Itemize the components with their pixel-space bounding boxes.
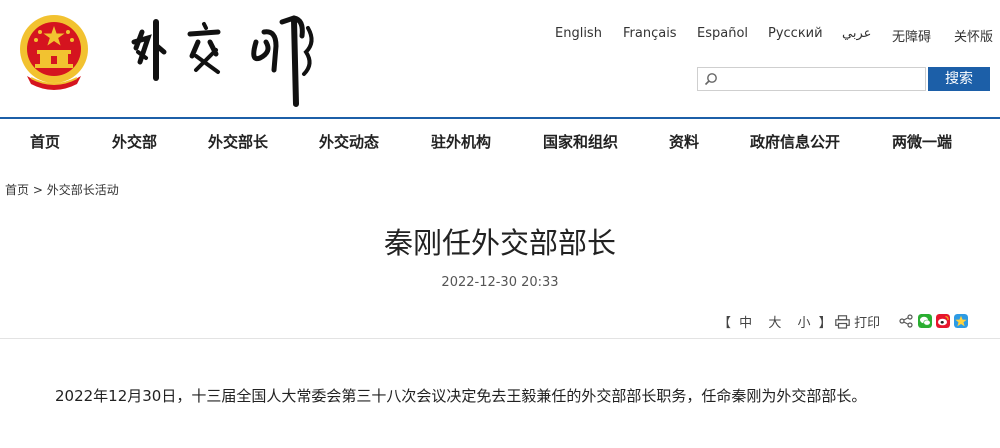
article-body: 2022年12月30日，十三届全国人大常委会第三十八次会议决定免去王毅兼任的外交… bbox=[55, 387, 867, 405]
print-button[interactable]: 打印 bbox=[835, 312, 881, 331]
font-size-selector: 【 中 大 小 】 bbox=[718, 312, 832, 331]
lang-french-link[interactable]: Français bbox=[623, 26, 677, 41]
nav-item-gov-info[interactable]: 政府信息公开 bbox=[750, 131, 840, 152]
nav-item-countries[interactable]: 国家和组织 bbox=[543, 131, 618, 152]
font-size-bracket-close: 】 bbox=[818, 316, 832, 331]
site-header: English Français Español Русский عربي 无障… bbox=[0, 0, 1000, 117]
qzone-icon[interactable] bbox=[954, 314, 968, 328]
breadcrumb: 首页 > 外交部长活动 bbox=[5, 181, 119, 198]
search-icon bbox=[704, 73, 717, 86]
breadcrumb-separator: > bbox=[32, 183, 43, 197]
font-size-large-button[interactable]: 中 bbox=[739, 316, 752, 331]
printer-icon bbox=[835, 315, 850, 329]
weibo-icon[interactable] bbox=[936, 314, 950, 328]
search-button[interactable]: 搜索 bbox=[928, 67, 990, 91]
wechat-icon[interactable] bbox=[918, 314, 932, 328]
nav-item-minister[interactable]: 外交部长 bbox=[208, 131, 268, 152]
content-divider bbox=[0, 338, 1000, 339]
article-datetime: 2022-12-30 20:33 bbox=[441, 275, 559, 290]
breadcrumb-home-link[interactable]: 首页 bbox=[5, 183, 29, 197]
article-title: 秦刚任外交部部长 bbox=[383, 226, 616, 260]
lang-arabic-link[interactable]: عربي bbox=[842, 26, 871, 41]
nav-item-social[interactable]: 两微一端 bbox=[892, 131, 952, 152]
print-label: 打印 bbox=[854, 316, 881, 331]
nav-item-ministry[interactable]: 外交部 bbox=[112, 131, 157, 152]
nav-item-resources[interactable]: 资料 bbox=[669, 131, 699, 152]
font-size-medium-button[interactable]: 大 bbox=[768, 316, 781, 331]
font-size-bracket-open: 【 bbox=[718, 316, 732, 331]
lang-spanish-link[interactable]: Español bbox=[697, 26, 748, 41]
lang-russian-link[interactable]: Русский bbox=[768, 26, 823, 41]
search-field[interactable] bbox=[697, 67, 926, 91]
nav-item-home[interactable]: 首页 bbox=[30, 131, 60, 152]
nav-item-news[interactable]: 外交动态 bbox=[319, 131, 379, 152]
elderly-care-link[interactable]: 关怀版 bbox=[954, 26, 993, 45]
language-bar: English Français Español Русский عربي 无障… bbox=[540, 26, 1000, 45]
search-input[interactable] bbox=[722, 70, 924, 90]
breadcrumb-current-link[interactable]: 外交部长活动 bbox=[47, 183, 119, 197]
share-icon[interactable] bbox=[899, 314, 913, 328]
font-size-small-button[interactable]: 小 bbox=[797, 316, 810, 331]
national-emblem-icon[interactable] bbox=[17, 12, 91, 90]
accessibility-link[interactable]: 无障碍 bbox=[892, 26, 931, 45]
ministry-calligraphy-logo[interactable] bbox=[126, 12, 321, 108]
main-nav: 首页 外交部 外交部长 外交动态 驻外机构 国家和组织 资料 政府信息公开 两微… bbox=[0, 119, 1000, 161]
nav-item-missions[interactable]: 驻外机构 bbox=[431, 131, 491, 152]
lang-english-link[interactable]: English bbox=[555, 26, 602, 41]
